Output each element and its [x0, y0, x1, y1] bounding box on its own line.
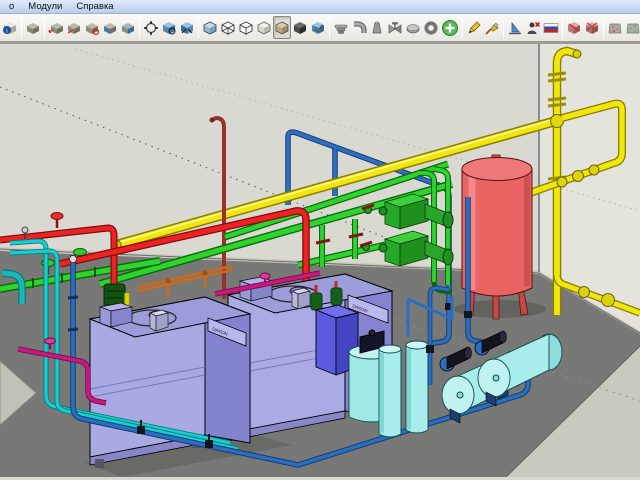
- toolbar-button-zoom-blue-a[interactable]: [160, 16, 178, 39]
- style-shaded-white-icon: [256, 20, 272, 36]
- toolbar-button-fitting-valve[interactable]: [386, 16, 404, 39]
- toolbar-separator: [462, 18, 463, 38]
- style-wireframe-icon: [220, 20, 236, 36]
- filter-cylinder-1[interactable]: [379, 345, 401, 437]
- model-scene[interactable]: DAKON: [0, 44, 640, 477]
- toolbar-separator: [503, 18, 504, 38]
- app-window: о Модули Справка i: [0, 0, 640, 480]
- component-swap-icon: [84, 20, 100, 36]
- brush-icon: [484, 20, 500, 36]
- sail-icon: [507, 20, 523, 36]
- toolbar-button-language-russian[interactable]: [542, 16, 560, 39]
- toolbar-button-component-blue-b[interactable]: [119, 16, 137, 39]
- component-blue-a-icon: [102, 20, 118, 36]
- toolbar-button-style-textured[interactable]: [309, 16, 327, 39]
- component-blue-b-icon: [120, 20, 136, 36]
- toolbar-button-add-item[interactable]: [440, 16, 460, 39]
- toolbar-button-fitting-reducer[interactable]: [368, 16, 386, 39]
- material-red-b-icon: [584, 20, 600, 36]
- toolbar-separator: [21, 18, 22, 38]
- style-hiddenline-icon: [238, 20, 254, 36]
- toolbar-button-pencil-tool[interactable]: [465, 16, 483, 39]
- toolbar-button-component-swap[interactable]: [83, 16, 101, 39]
- menu-item-modules[interactable]: Модули: [21, 1, 69, 12]
- toolbar-separator: [198, 18, 199, 38]
- component-move-icon: [66, 20, 82, 36]
- expansion-tank-red[interactable]: [462, 155, 532, 319]
- toolbar: i: [0, 14, 640, 44]
- menu-item-partial[interactable]: о: [2, 1, 21, 12]
- menubar: о Модули Справка: [0, 0, 640, 14]
- fitting-reducer-icon: [369, 20, 385, 36]
- style-xray-icon: [202, 20, 218, 36]
- style-monochrome-icon: [292, 20, 308, 36]
- toolbar-button-material-red-a[interactable]: [565, 16, 583, 39]
- material-red-a-icon: [566, 20, 582, 36]
- toolbar-button-component-copy[interactable]: [47, 16, 65, 39]
- fitting-valve-icon: [387, 20, 403, 36]
- toolbar-button-orbit[interactable]: [142, 16, 160, 39]
- toolbar-button-style-shaded[interactable]: [273, 16, 291, 39]
- toolbar-button-zoom-blue-b[interactable]: [178, 16, 196, 39]
- toolbar-button-component-blue-a[interactable]: [101, 16, 119, 39]
- fitting-flange-icon: [333, 20, 349, 36]
- russian-flag-icon: [543, 20, 559, 36]
- toolbar-separator: [603, 18, 604, 38]
- toolbar-button-component-1[interactable]: [24, 16, 42, 39]
- fitting-elbow-icon: [351, 20, 367, 36]
- pencil-icon: [466, 20, 482, 36]
- component-copy-icon: [48, 20, 64, 36]
- toolbar-button-sail-tool[interactable]: [506, 16, 524, 39]
- toolbar-button-material-stone-b[interactable]: [624, 16, 640, 39]
- toolbar-button-person-delete[interactable]: [524, 16, 542, 39]
- toolbar-separator: [329, 18, 330, 38]
- toolbar-button-fitting-flange[interactable]: [332, 16, 350, 39]
- toolbar-separator: [562, 18, 563, 38]
- toolbar-button-fitting-cap[interactable]: [404, 16, 422, 39]
- toolbar-button-style-xray[interactable]: [201, 16, 219, 39]
- style-textured-icon: [310, 20, 326, 36]
- toolbar-separator: [139, 18, 140, 38]
- toolbar-button-model-info[interactable]: i: [1, 16, 19, 39]
- 3d-viewport[interactable]: DAKON: [0, 44, 640, 477]
- boiler-1-top-box: [150, 310, 168, 331]
- boiler-1-burner: [100, 303, 132, 327]
- material-stone-a-icon: [607, 20, 623, 36]
- model-info-icon: i: [2, 20, 18, 36]
- toolbar-button-component-move[interactable]: [65, 16, 83, 39]
- toolbar-button-fitting-elbow[interactable]: [350, 16, 368, 39]
- filter-cylinder-2[interactable]: [406, 341, 428, 433]
- material-stone-b-icon: [625, 20, 640, 36]
- component-icon: [25, 20, 41, 36]
- toolbar-button-brush-tool[interactable]: [483, 16, 501, 39]
- zoom-blue-b-icon: [179, 20, 195, 36]
- toolbar-button-style-monochrome[interactable]: [291, 16, 309, 39]
- fitting-ring-icon: [423, 20, 439, 36]
- fitting-cap-icon: [405, 20, 421, 36]
- menu-item-help[interactable]: Справка: [69, 1, 120, 12]
- toolbar-button-style-wireframe[interactable]: [219, 16, 237, 39]
- style-shaded-icon: [274, 20, 290, 36]
- toolbar-button-style-hiddenline[interactable]: [237, 16, 255, 39]
- add-plus-icon: [441, 19, 459, 37]
- toolbar-button-fitting-ring[interactable]: [422, 16, 440, 39]
- toolbar-button-style-shaded-white[interactable]: [255, 16, 273, 39]
- orbit-icon: [143, 20, 159, 36]
- toolbar-button-material-stone-a[interactable]: [606, 16, 624, 39]
- zoom-blue-a-icon: [161, 20, 177, 36]
- toolbar-separator: [44, 18, 45, 38]
- boiler-2-top-box: [292, 288, 310, 309]
- person-delete-icon: [525, 20, 541, 36]
- toolbar-button-material-red-b[interactable]: [583, 16, 601, 39]
